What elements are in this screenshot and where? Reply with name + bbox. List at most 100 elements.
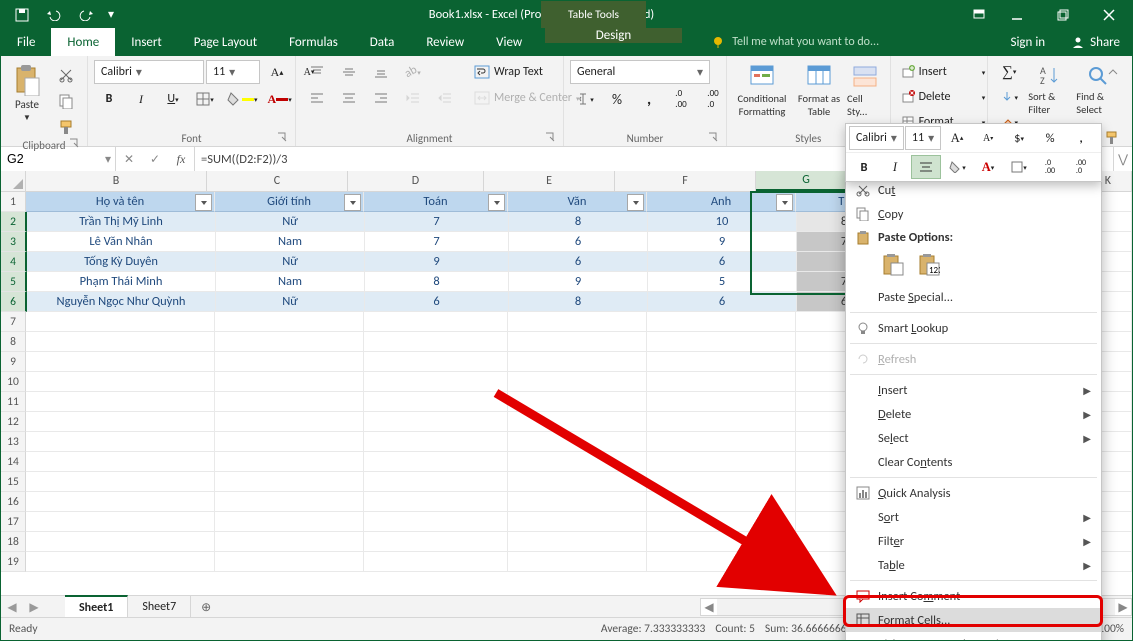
empty-cell[interactable] <box>26 492 215 512</box>
empty-cell[interactable] <box>364 512 508 532</box>
row-head[interactable]: 7 <box>1 312 26 332</box>
fill-button[interactable]: ▾ <box>994 85 1024 109</box>
empty-cell[interactable] <box>508 552 647 572</box>
align-center-icon[interactable] <box>334 86 364 110</box>
select-all-corner[interactable] <box>1 171 26 191</box>
empty-cell[interactable] <box>647 392 796 412</box>
table-cell[interactable]: 6 <box>648 252 797 272</box>
context-select[interactable]: Select▶ <box>846 426 1101 450</box>
row-head[interactable]: 18 <box>1 532 26 552</box>
table-cell[interactable]: Trần Thị Mỹ Linh <box>27 212 216 232</box>
table-cell[interactable]: 6 <box>509 252 648 272</box>
mini-bold-icon[interactable]: B <box>849 155 879 179</box>
mini-dec-decimal-icon[interactable]: .00.0 <box>1066 155 1096 179</box>
sheet-tab[interactable]: Sheet7 <box>128 596 191 618</box>
delete-cells-button[interactable]: Delete▾ <box>897 85 990 109</box>
empty-cell[interactable] <box>26 372 215 392</box>
filter-dropdown-icon[interactable] <box>195 194 212 211</box>
mini-accounting-icon[interactable]: $▾ <box>1004 126 1034 150</box>
tab-page-layout[interactable]: Page Layout <box>178 28 273 56</box>
context-format-cells[interactable]: Format Cells... <box>846 608 1101 632</box>
row-head[interactable]: 5 <box>1 272 27 292</box>
empty-cell[interactable] <box>215 432 364 452</box>
filter-dropdown-icon[interactable] <box>488 194 505 211</box>
empty-cell[interactable] <box>508 352 647 372</box>
align-right-icon[interactable] <box>366 86 396 110</box>
empty-cell[interactable] <box>508 492 647 512</box>
comma-format-icon[interactable]: , <box>634 87 664 111</box>
decrease-indent-icon[interactable] <box>398 86 428 110</box>
context-table[interactable]: Table▶ <box>846 553 1101 577</box>
table-cell[interactable]: 8 <box>509 292 648 312</box>
tab-review[interactable]: Review <box>410 28 480 56</box>
filter-dropdown-icon[interactable] <box>344 194 361 211</box>
table-cell[interactable]: Nguyễn Ngọc Như Quỳnh <box>27 292 216 312</box>
empty-cell[interactable] <box>26 452 215 472</box>
restore-button[interactable] <box>1040 1 1086 28</box>
empty-cell[interactable] <box>647 532 796 552</box>
empty-cell[interactable] <box>364 492 508 512</box>
col-head[interactable]: B <box>26 171 207 191</box>
table-cell[interactable]: Nữ <box>216 292 365 312</box>
mini-decrease-font-icon[interactable]: A▾ <box>973 126 1003 150</box>
empty-cell[interactable] <box>364 532 508 552</box>
table-cell[interactable]: Lê Văn Nhân <box>27 232 216 252</box>
tab-formulas[interactable]: Formulas <box>273 28 354 56</box>
col-head[interactable]: F <box>615 171 756 191</box>
table-cell[interactable]: 7 <box>365 212 509 232</box>
row-head[interactable]: 16 <box>1 492 26 512</box>
decrease-decimal-icon[interactable]: .00.0 <box>698 87 728 111</box>
ribbon-options-icon[interactable] <box>964 1 994 28</box>
empty-cell[interactable] <box>364 312 508 332</box>
bold-button[interactable]: B <box>94 87 124 111</box>
row-head[interactable]: 17 <box>1 512 26 532</box>
italic-button[interactable]: I <box>126 87 156 111</box>
table-cell[interactable]: 5 <box>648 272 797 292</box>
table-cell[interactable]: Nam <box>216 232 365 252</box>
empty-cell[interactable] <box>647 312 796 332</box>
context-clear-contents[interactable]: Clear Contents <box>846 450 1101 474</box>
table-cell[interactable]: 9 <box>365 252 509 272</box>
context-pick-from-list[interactable]: Pick From Drop-down List... <box>846 632 1101 641</box>
row-head[interactable]: 15 <box>1 472 26 492</box>
empty-cell[interactable] <box>364 432 508 452</box>
sheet-nav-next-icon[interactable]: ▶ <box>23 596 45 618</box>
filter-dropdown-icon[interactable] <box>627 194 644 211</box>
table-header-cell[interactable]: Anh <box>647 192 796 212</box>
row-head[interactable]: 13 <box>1 432 26 452</box>
table-cell[interactable]: Nữ <box>216 212 365 232</box>
empty-cell[interactable] <box>364 372 508 392</box>
empty-cell[interactable] <box>508 432 647 452</box>
empty-cell[interactable] <box>215 352 364 372</box>
undo-icon[interactable] <box>39 1 69 28</box>
empty-cell[interactable] <box>215 452 364 472</box>
row-head[interactable]: 8 <box>1 332 26 352</box>
empty-cell[interactable] <box>26 312 215 332</box>
empty-cell[interactable] <box>26 332 215 352</box>
empty-cell[interactable] <box>647 352 796 372</box>
empty-cell[interactable] <box>215 332 364 352</box>
dialog-launcher-icon[interactable] <box>706 132 720 146</box>
font-color-button[interactable]: A▾ <box>264 87 296 111</box>
empty-cell[interactable] <box>508 392 647 412</box>
mini-format-painter-icon[interactable] <box>1097 126 1127 150</box>
table-cell[interactable]: 9 <box>509 272 648 292</box>
empty-cell[interactable] <box>647 512 796 532</box>
paste-option-icon[interactable] <box>878 251 908 279</box>
empty-cell[interactable] <box>364 412 508 432</box>
redo-icon[interactable] <box>71 1 101 28</box>
col-head[interactable]: E <box>484 171 615 191</box>
zoom-level[interactable]: 100% <box>1098 622 1124 636</box>
empty-cell[interactable] <box>647 412 796 432</box>
paste-values-icon[interactable]: 123 <box>914 251 944 279</box>
empty-cell[interactable] <box>364 452 508 472</box>
enter-formula-icon[interactable]: ✓ <box>142 152 168 167</box>
empty-cell[interactable] <box>508 412 647 432</box>
empty-cell[interactable] <box>508 532 647 552</box>
empty-cell[interactable] <box>364 552 508 572</box>
tab-file[interactable]: File <box>1 28 51 56</box>
mini-align-center-icon[interactable] <box>911 155 941 179</box>
row-head[interactable]: 19 <box>1 552 26 572</box>
empty-cell[interactable] <box>26 552 215 572</box>
increase-indent-icon[interactable] <box>430 86 460 110</box>
